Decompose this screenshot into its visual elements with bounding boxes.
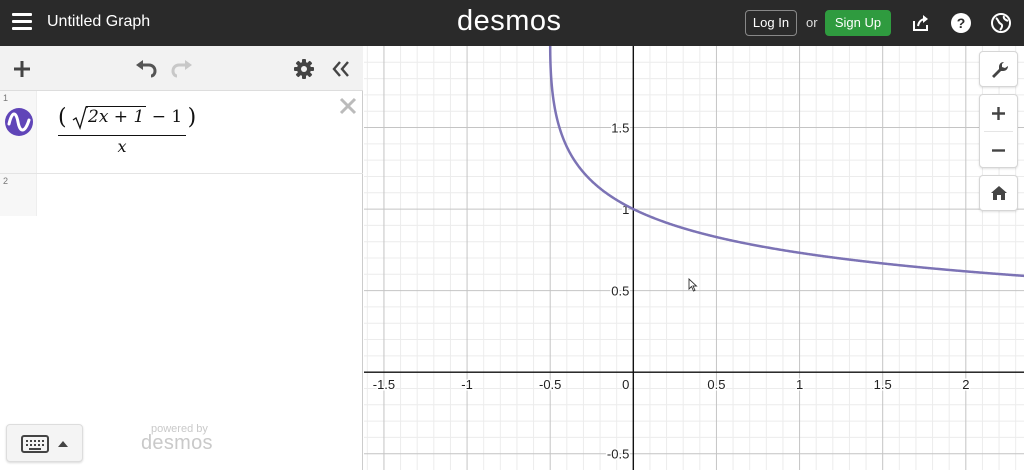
default-viewport-button[interactable] xyxy=(979,175,1018,211)
signup-button[interactable]: Sign Up xyxy=(825,10,891,36)
formula-numerator: ( 2x + 1 − 1 ) xyxy=(58,105,196,131)
wrench-icon xyxy=(992,62,1008,78)
expression-number: 1 xyxy=(3,93,9,103)
tick-label: -0.5 xyxy=(539,377,561,392)
tick-label: 0.5 xyxy=(611,284,629,299)
tick-label: -1.5 xyxy=(373,377,395,392)
graph-paper[interactable]: -1.5 -1 -0.5 0 0.5 1 1.5 2 1.5 1 0.5 -0.5 xyxy=(364,46,1024,470)
paren-close: ) xyxy=(187,105,197,130)
tick-label: 0 xyxy=(622,377,629,392)
expression-row-1[interactable]: 1 ( 2x + 1 − 1 ) x xyxy=(0,91,363,174)
or-text: or xyxy=(806,15,818,30)
zoom-out-button[interactable] xyxy=(980,132,1017,168)
powered-by-brand: desmos xyxy=(141,432,213,454)
zoom-controls xyxy=(979,94,1018,168)
graph-style-icon[interactable] xyxy=(4,107,34,142)
keyboard-toggle-button[interactable] xyxy=(6,424,83,462)
redo-icon[interactable] xyxy=(170,59,194,84)
login-button[interactable]: Log In xyxy=(745,10,797,36)
expression-gutter: 2 xyxy=(0,174,37,216)
undo-icon[interactable] xyxy=(134,59,158,84)
graph-settings-button[interactable] xyxy=(979,51,1018,87)
expression-formula[interactable]: ( 2x + 1 − 1 ) x xyxy=(58,105,196,156)
expression-row-2[interactable]: 2 xyxy=(0,174,363,216)
formula-denominator: x xyxy=(117,137,127,156)
tick-label: -1 xyxy=(461,377,473,392)
numerator-tail: − 1 xyxy=(151,107,183,127)
graph-title[interactable]: Untitled Graph xyxy=(47,13,150,31)
mouse-cursor-icon xyxy=(688,277,698,297)
zoom-in-icon xyxy=(992,107,1005,120)
tick-label: 1.5 xyxy=(611,121,629,136)
menu-icon[interactable] xyxy=(12,13,32,31)
expression-panel: 1 ( 2x + 1 − 1 ) x 2 powered by desmos xyxy=(0,46,363,470)
fraction-bar xyxy=(58,135,186,136)
paren-open: ( xyxy=(58,105,67,130)
graph-canvas[interactable]: -1.5 -1 -0.5 0 0.5 1 1.5 21.510.5-0.5 xyxy=(364,46,1024,470)
delete-expression-icon[interactable] xyxy=(339,97,357,120)
radicand: 2x + 1 xyxy=(86,106,147,127)
tick-label: 2 xyxy=(962,377,969,392)
tick-label: 0.5 xyxy=(707,377,725,392)
home-icon xyxy=(991,186,1007,200)
expression-gutter: 1 xyxy=(0,91,37,173)
zoom-out-icon xyxy=(992,149,1005,152)
language-icon[interactable] xyxy=(990,12,1012,34)
tick-label: -0.5 xyxy=(607,447,629,462)
zoom-in-button[interactable] xyxy=(980,95,1017,131)
top-bar: Untitled Graph desmos Log In or Sign Up … xyxy=(0,0,1024,46)
expression-toolbar xyxy=(0,46,363,91)
keyboard-icon xyxy=(21,435,49,453)
add-icon[interactable] xyxy=(12,59,32,84)
help-icon[interactable]: ? xyxy=(950,12,972,34)
tick-label: 1 xyxy=(796,377,803,392)
sqrt: 2x + 1 xyxy=(72,106,147,131)
expression-number: 2 xyxy=(3,176,9,186)
caret-up-icon xyxy=(58,441,68,447)
tick-label: 1.5 xyxy=(874,377,892,392)
share-icon[interactable] xyxy=(910,12,932,34)
svg-text:?: ? xyxy=(957,15,966,31)
minor-grid xyxy=(364,46,1024,470)
settings-icon[interactable] xyxy=(294,59,314,84)
desmos-logo: desmos xyxy=(457,5,562,37)
collapse-icon[interactable] xyxy=(331,59,351,84)
